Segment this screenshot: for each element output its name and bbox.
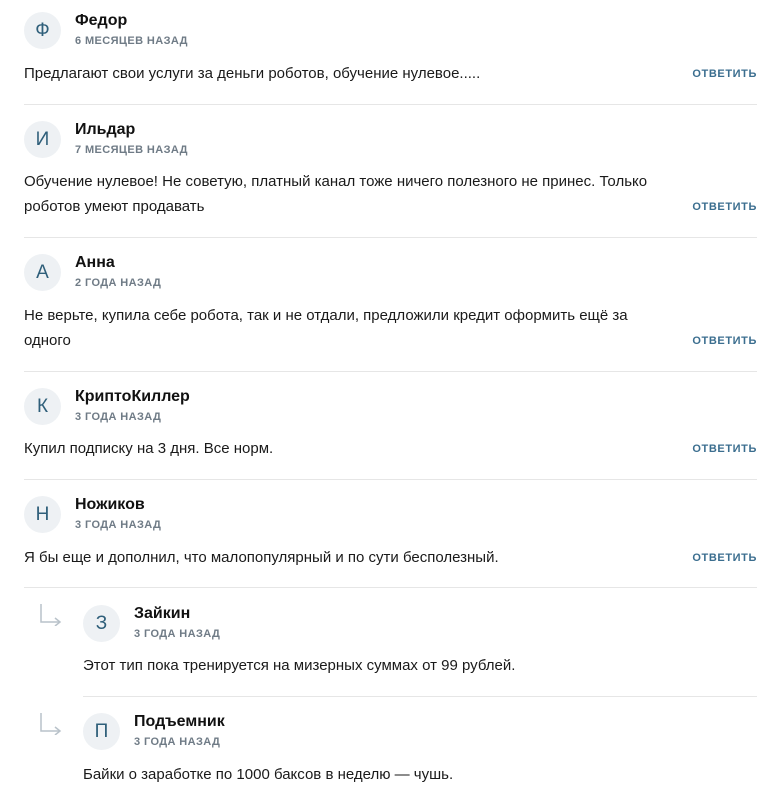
comment-text: Не верьте, купила себе робота, так и не … <box>24 307 628 349</box>
comment-time: 2 ГОДА НАЗАД <box>75 277 162 289</box>
divider <box>24 479 757 480</box>
author-name[interactable]: КриптоКиллер <box>75 388 190 406</box>
avatar: З <box>83 605 120 642</box>
reply-button[interactable]: ОТВЕТИТЬ <box>692 552 757 564</box>
reply-comment: П Подъемник 3 ГОДА НАЗАД <box>0 713 777 750</box>
author-name[interactable]: Федор <box>75 12 188 30</box>
reply-button[interactable]: ОТВЕТИТЬ <box>692 201 757 213</box>
comment-text: Предлагают свои услуги за деньги роботов… <box>24 65 481 82</box>
comment-time: 3 ГОДА НАЗАД <box>134 628 221 640</box>
avatar: Н <box>24 496 61 533</box>
comment-time: 3 ГОДА НАЗАД <box>134 736 221 748</box>
comment: И Ильдар 7 МЕСЯЦЕВ НАЗАД <box>0 121 777 158</box>
divider <box>24 104 757 105</box>
comment: Н Ножиков 3 ГОДА НАЗАД <box>0 496 777 533</box>
divider <box>24 371 757 372</box>
comment-text: Я бы еще и дополнил, что малопопулярный … <box>24 549 499 566</box>
author-name[interactable]: Зайкин <box>134 605 220 623</box>
author-name[interactable]: Ильдар <box>75 121 188 139</box>
comment-text: Купил подписку на 3 дня. Все норм. <box>24 440 274 457</box>
comment-time: 6 МЕСЯЦЕВ НАЗАД <box>75 35 188 47</box>
comment-time: 3 ГОДА НАЗАД <box>75 519 162 531</box>
avatar: К <box>24 388 61 425</box>
comment-time: 3 ГОДА НАЗАД <box>75 411 162 423</box>
reply-button[interactable]: ОТВЕТИТЬ <box>692 68 757 80</box>
avatar: И <box>24 121 61 158</box>
author-name[interactable]: Ножиков <box>75 496 161 514</box>
comment: А Анна 2 ГОДА НАЗАД <box>0 254 777 291</box>
comment: Ф Федор 6 МЕСЯЦЕВ НАЗАД <box>0 12 777 49</box>
avatar: П <box>83 713 120 750</box>
reply-button[interactable]: ОТВЕТИТЬ <box>692 443 757 455</box>
comment-time: 7 МЕСЯЦЕВ НАЗАД <box>75 144 188 156</box>
comment-text: Этот тип пока тренируется на мизерных су… <box>83 657 516 674</box>
author-name[interactable]: Анна <box>75 254 161 272</box>
divider <box>24 587 757 588</box>
comment-text: Байки о заработке по 1000 баксов в недел… <box>83 766 454 783</box>
comment-text: Обучение нулевое! Не советую, платный ка… <box>24 173 648 215</box>
divider <box>24 237 757 238</box>
reply-button[interactable]: ОТВЕТИТЬ <box>692 335 757 347</box>
avatar: Ф <box>24 12 61 49</box>
author-name[interactable]: Подъемник <box>134 713 225 731</box>
reply-comment: З Зайкин 3 ГОДА НАЗАД <box>0 605 777 642</box>
divider <box>83 696 757 697</box>
avatar: А <box>24 254 61 291</box>
comment: К КриптоКиллер 3 ГОДА НАЗАД <box>0 388 777 425</box>
